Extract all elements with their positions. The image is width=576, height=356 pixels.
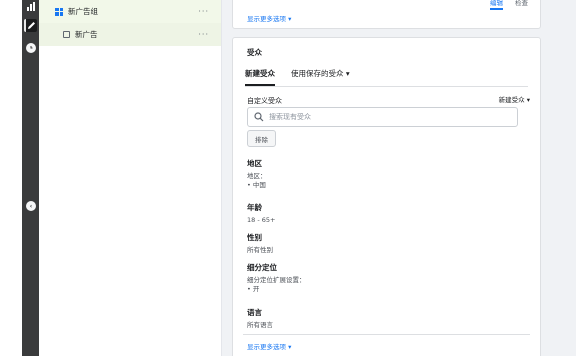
search-icon bbox=[254, 112, 264, 122]
audience-tabs: 新建受众 使用保存的受众 ▾ bbox=[245, 68, 350, 86]
left-tool-rail: ‹ bbox=[22, 0, 39, 356]
tab-review[interactable]: 检查 bbox=[515, 0, 528, 10]
location-label: 地区： bbox=[247, 172, 267, 180]
ad-group-more-icon[interactable]: ··· bbox=[198, 7, 209, 16]
ad-label: 新广告 bbox=[75, 30, 98, 39]
tab-saved-audience[interactable]: 使用保存的受众 ▾ bbox=[291, 68, 350, 86]
detailed-targeting-value: • 开 bbox=[247, 285, 260, 293]
detailed-targeting-section[interactable]: 细分定位 细分定位扩展设置： • 开 bbox=[247, 263, 306, 294]
gender-section[interactable]: 性别 所有性别 bbox=[247, 233, 273, 255]
exclude-button[interactable]: 排除 bbox=[247, 130, 276, 147]
new-audience-dropdown[interactable]: 新建受众 ▾ bbox=[499, 94, 530, 104]
settings-main: 编辑 检查 显示更多选项 ▾ 受众 新建受众 使用保存的受众 ▾ 自定义受众 新… bbox=[222, 0, 576, 356]
audience-card: 受众 新建受众 使用保存的受众 ▾ 自定义受众 新建受众 ▾ 搜索现有受众 排除… bbox=[232, 37, 541, 356]
ad-more-icon[interactable]: ··· bbox=[198, 30, 209, 39]
top-more-options-link[interactable]: 显示更多选项 ▾ bbox=[247, 13, 291, 23]
bar-chart-icon[interactable] bbox=[24, 0, 37, 13]
tree-item-ad[interactable]: 新广告 ··· bbox=[39, 23, 221, 46]
audience-title: 受众 bbox=[247, 48, 262, 57]
language-value: 所有语言 bbox=[247, 321, 273, 329]
tab-new-audience[interactable]: 新建受众 bbox=[245, 68, 275, 86]
gender-value: 所有性别 bbox=[247, 246, 273, 254]
audience-search-input[interactable]: 搜索现有受众 bbox=[247, 107, 518, 127]
bottom-more-options-link[interactable]: 显示更多选项 ▾ bbox=[247, 341, 291, 351]
location-section[interactable]: 地区 地区： • 中国 bbox=[247, 159, 267, 190]
top-card: 编辑 检查 显示更多选项 ▾ bbox=[232, 0, 541, 29]
location-value: • 中国 bbox=[247, 181, 266, 189]
pencil-icon[interactable] bbox=[24, 19, 37, 32]
language-section[interactable]: 语言 所有语言 bbox=[247, 308, 273, 330]
gender-title: 性别 bbox=[247, 233, 262, 242]
age-title: 年龄 bbox=[247, 203, 262, 212]
age-value: 18 - 65+ bbox=[247, 216, 276, 224]
ad-group-label: 新广告组 bbox=[68, 7, 98, 16]
language-title: 语言 bbox=[247, 308, 262, 317]
tree-item-ad-group[interactable]: 新广告组 ··· bbox=[39, 0, 221, 23]
collapse-icon[interactable]: ‹ bbox=[26, 201, 36, 211]
detailed-targeting-title: 细分定位 bbox=[247, 263, 277, 272]
tab-edit[interactable]: 编辑 bbox=[490, 0, 503, 10]
campaign-tree-panel: 新广告组 ··· 新广告 ··· bbox=[39, 0, 222, 356]
tabs-divider bbox=[245, 86, 528, 87]
bottom-divider bbox=[243, 334, 530, 335]
ad-icon bbox=[63, 31, 70, 38]
detailed-targeting-label: 细分定位扩展设置： bbox=[247, 276, 306, 284]
ad-set-grid-icon bbox=[55, 7, 63, 16]
age-section[interactable]: 年龄 18 - 65+ bbox=[247, 203, 275, 225]
custom-audience-label: 自定义受众 bbox=[247, 97, 282, 105]
edit-review-tabs: 编辑 检查 bbox=[490, 0, 528, 10]
clock-icon[interactable] bbox=[26, 43, 36, 53]
search-placeholder: 搜索现有受众 bbox=[269, 113, 311, 121]
location-title: 地区 bbox=[247, 159, 262, 168]
